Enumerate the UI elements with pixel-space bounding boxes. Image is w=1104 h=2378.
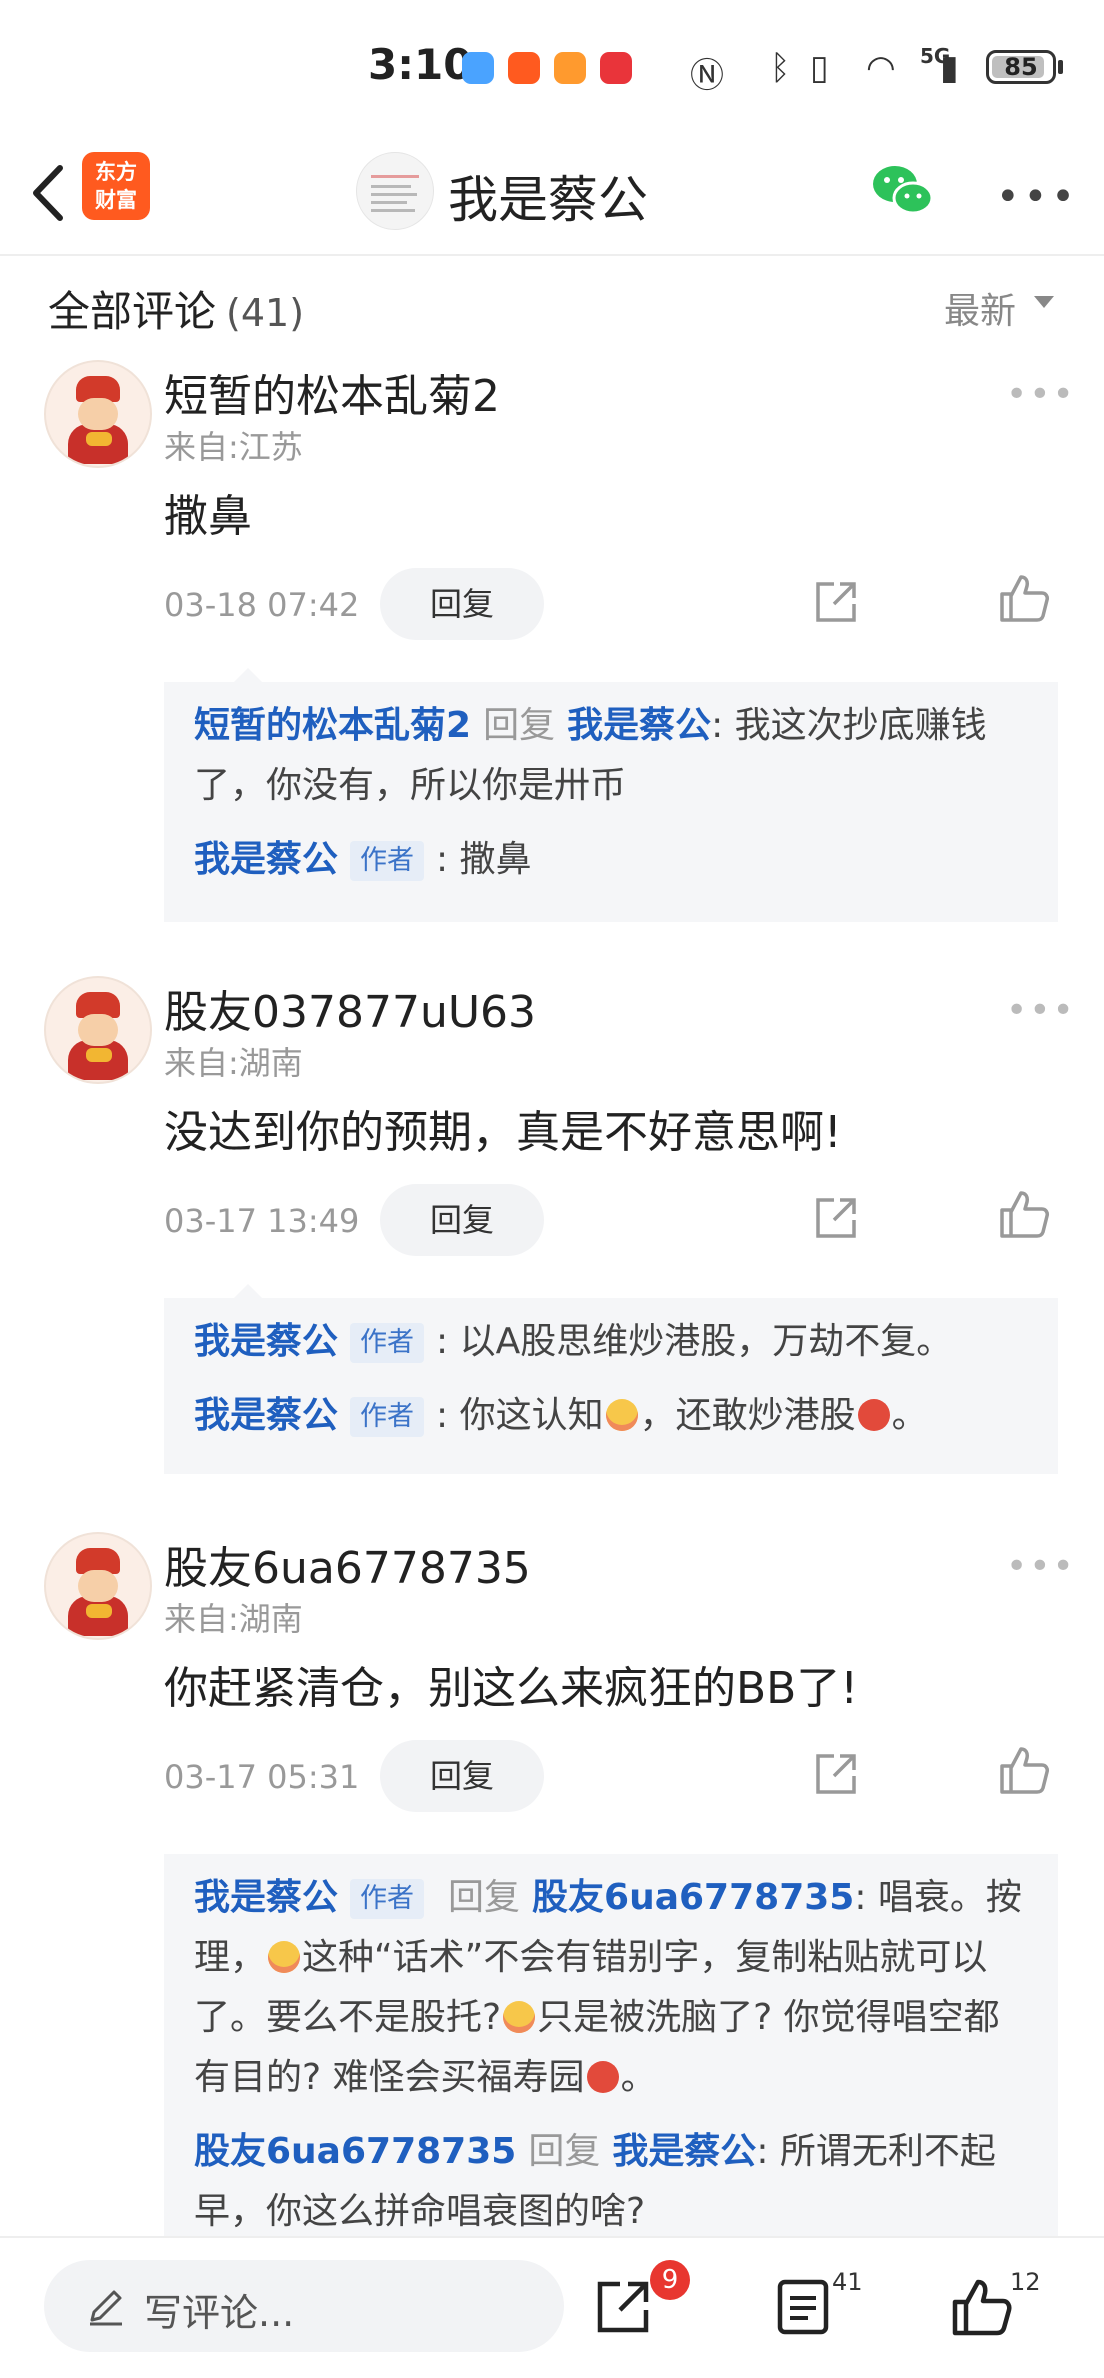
- thumbs-up-icon[interactable]: [998, 1744, 1050, 1796]
- reply-username[interactable]: 我是蔡公: [194, 1877, 338, 1918]
- author-badge: 作者: [350, 841, 425, 881]
- like-count: 12: [1010, 2268, 1041, 2296]
- comment-text: 撒鼻: [164, 491, 252, 542]
- battery-level: 85: [1004, 53, 1038, 81]
- share-badge: 9: [650, 2260, 690, 2300]
- bluetooth-icon: ᛒ: [770, 48, 791, 88]
- comment-username[interactable]: 股友037877uU63: [164, 976, 536, 1040]
- author-badge: 作者: [350, 1397, 425, 1437]
- reply-item: 股友6ua6778735 回复 我是蔡公: 所谓无利不起早，你这么拼命唱衰图的啥?: [194, 2131, 996, 2232]
- channel-title[interactable]: 我是蔡公: [448, 160, 648, 232]
- thumbs-up-icon[interactable]: [950, 2276, 1012, 2338]
- thumbs-up-icon[interactable]: [998, 572, 1050, 624]
- write-comment-input[interactable]: 写评论...: [44, 2260, 564, 2352]
- comment-location: 来自:江苏: [164, 428, 303, 466]
- reply-button[interactable]: 回复: [380, 1740, 544, 1812]
- comment-text: 没达到你的预期，真是不好意思啊!: [164, 1107, 842, 1158]
- comment-more-icon[interactable]: •••: [1006, 990, 1076, 1031]
- reply-button[interactable]: 回复: [380, 1184, 544, 1256]
- battery-icon: 85: [986, 50, 1056, 84]
- emoji-icon: [503, 2001, 536, 2033]
- reply-target-username[interactable]: 我是蔡公: [612, 2131, 756, 2172]
- comment-location: 来自:湖南: [164, 1044, 303, 1082]
- battery-tip: [1058, 60, 1063, 74]
- share-icon[interactable]: [812, 1194, 860, 1242]
- thumbs-up-icon[interactable]: [998, 1188, 1050, 1240]
- app-notification-icon: [600, 52, 632, 84]
- emoji-icon: [605, 1399, 638, 1431]
- comment-username[interactable]: 短暂的松本乱菊2: [164, 360, 500, 424]
- comments-count: (41): [226, 291, 305, 335]
- comment-more-icon[interactable]: •••: [1006, 1546, 1076, 1587]
- reply-target-username[interactable]: 股友6ua6778735: [532, 1877, 854, 1918]
- channel-avatar[interactable]: [356, 152, 434, 230]
- reply-button[interactable]: 回复: [380, 568, 544, 640]
- top-nav-bar: 东方 财富 我是蔡公 •••: [0, 130, 1104, 256]
- reply-username[interactable]: 我是蔡公: [194, 839, 338, 880]
- author-badge: 作者: [350, 1323, 425, 1363]
- reply-item: 短暂的松本乱菊2 回复 我是蔡公: 我这次抄底赚钱了，你没有，所以你是卅币: [194, 705, 987, 806]
- comment-username[interactable]: 股友6ua6778735: [164, 1532, 531, 1596]
- user-avatar[interactable]: [44, 976, 152, 1084]
- comment-text: 你赶紧清仓，别这么来疯狂的BB了!: [164, 1663, 859, 1714]
- comment-more-icon[interactable]: •••: [1006, 374, 1076, 415]
- share-icon[interactable]: [812, 1750, 860, 1798]
- comment-time: 03-18 07:42: [164, 586, 360, 624]
- nfc-icon: Ⓝ: [690, 56, 724, 96]
- angry-emoji-icon: [857, 1399, 890, 1431]
- author-badge: 作者: [350, 1879, 425, 1919]
- reply-thread: 我是蔡公 作者 回复 股友6ua6778735: 唱衰。按理， 这种“话术”不会有错别字…: [164, 1854, 1058, 2236]
- reply-item: 我是蔡公 作者: 撒鼻: [194, 839, 532, 881]
- status-time: 3:10: [368, 40, 473, 89]
- app-logo[interactable]: 东方 财富: [82, 152, 150, 220]
- comment-list-icon[interactable]: [772, 2276, 834, 2338]
- wechat-share-icon[interactable]: [868, 156, 938, 226]
- share-icon[interactable]: [592, 2276, 654, 2338]
- vibrate-icon: ▯: [810, 48, 829, 88]
- reply-item: 我是蔡公 作者 回复 股友6ua6778735: 唱衰。按理， 这种“话术”不会有错别字…: [194, 1877, 1022, 2098]
- app-notification-icon: [554, 52, 586, 84]
- reply-item: 我是蔡公 作者: 以A股思维炒港股，万劫不复。: [194, 1321, 953, 1363]
- reply-username[interactable]: 我是蔡公: [194, 1395, 338, 1436]
- caret-down-icon: [1034, 296, 1054, 308]
- app-notification-icon: [508, 52, 540, 84]
- reply-item: 我是蔡公 作者: 你这认知 ，还敢炒港股。: [194, 1395, 928, 1437]
- reply-target-username[interactable]: 我是蔡公: [567, 705, 711, 746]
- angry-emoji-icon: [586, 2061, 619, 2093]
- signal-icon: ▮: [940, 48, 959, 88]
- share-icon[interactable]: [812, 578, 860, 626]
- wifi-icon: ◠: [866, 48, 896, 88]
- reply-thread: 我是蔡公 作者: 以A股思维炒港股，万劫不复。 我是蔡公 作者: 你这认知 ，还敢炒港…: [164, 1284, 1058, 1474]
- user-avatar[interactable]: [44, 360, 152, 468]
- comment-time: 03-17 05:31: [164, 1758, 360, 1796]
- sort-dropdown[interactable]: 最新: [944, 282, 1054, 334]
- reply-username[interactable]: 我是蔡公: [194, 1321, 338, 1362]
- comment-count: 41: [832, 2268, 863, 2296]
- reply-username[interactable]: 股友6ua6778735: [194, 2131, 516, 2172]
- app-notification-icon: [462, 52, 494, 84]
- reply-thread: 短暂的松本乱菊2 回复 我是蔡公: 我这次抄底赚钱了，你没有，所以你是卅币 我是蔡公…: [164, 668, 1058, 922]
- more-options-icon[interactable]: •••: [996, 174, 1079, 220]
- comment-time: 03-17 13:49: [164, 1202, 360, 1240]
- bottom-action-bar: 写评论... 9 41 12: [0, 2236, 1104, 2378]
- pen-icon: [90, 2290, 122, 2326]
- back-arrow-icon[interactable]: [22, 158, 82, 228]
- emoji-icon: [268, 1941, 301, 1973]
- status-bar: 3:10 Ⓝ ᛒ ▯ ◠ 5G ▮ 85: [0, 0, 1104, 130]
- comment-location: 来自:湖南: [164, 1600, 303, 1638]
- write-comment-placeholder: 写评论...: [144, 2291, 295, 2335]
- reply-username[interactable]: 短暂的松本乱菊2: [194, 705, 471, 746]
- comments-heading: 全部评论 (41): [48, 287, 305, 336]
- user-avatar[interactable]: [44, 1532, 152, 1640]
